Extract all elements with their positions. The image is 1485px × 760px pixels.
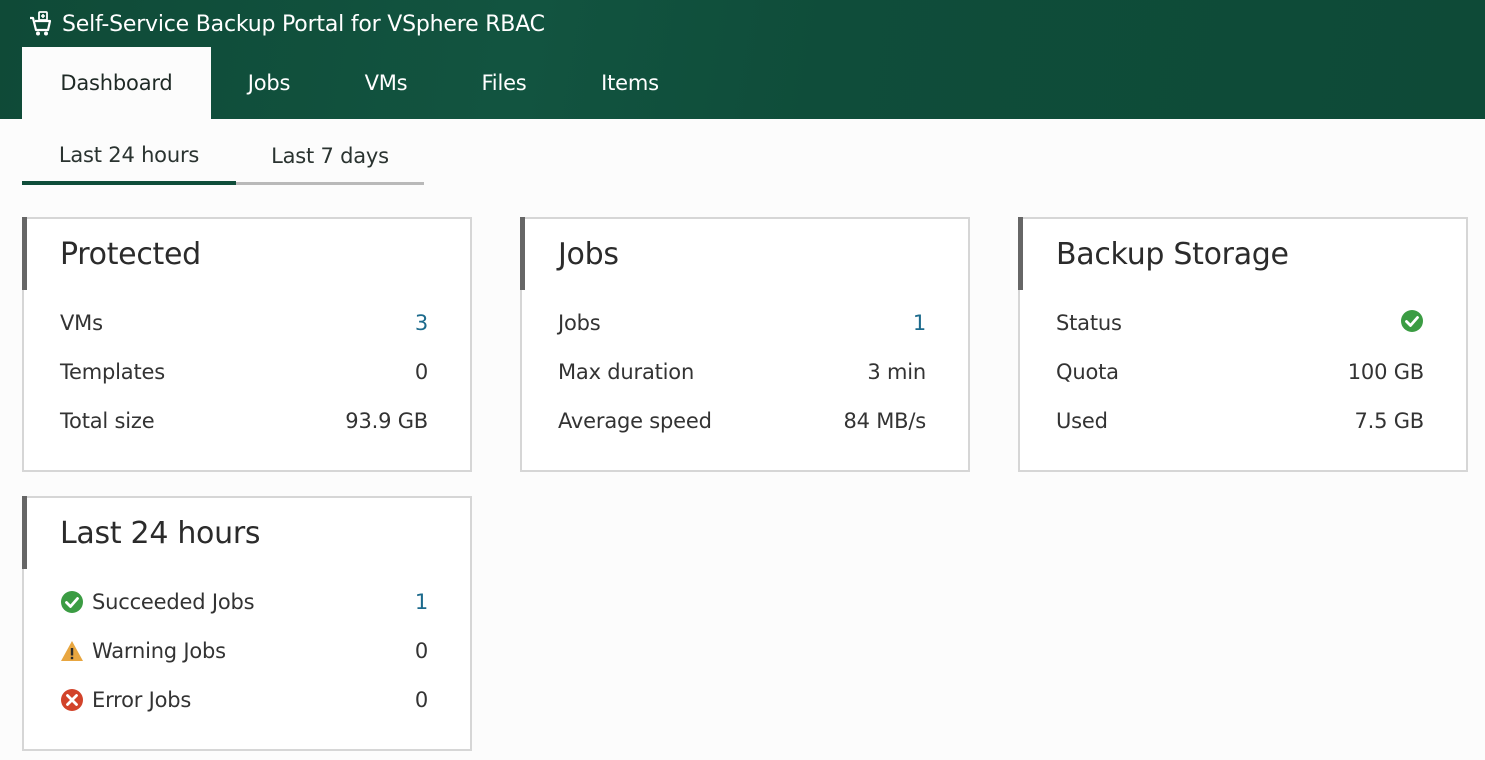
row-value <box>1400 309 1424 338</box>
storage-quota-row: Quota 100 GB <box>1056 357 1424 387</box>
row-label: Warning Jobs <box>60 639 226 663</box>
tab-jobs[interactable]: Jobs <box>211 47 327 119</box>
last-24-hours-card: Last 24 hours Succeeded Jobs 1 Warning J… <box>22 496 472 751</box>
row-value: 7.5 GB <box>1354 409 1424 433</box>
succeeded-jobs-row: Succeeded Jobs 1 <box>60 587 428 617</box>
succeeded-jobs-link[interactable]: 1 <box>415 590 428 614</box>
row-label: Error Jobs <box>60 688 191 712</box>
row-label: Max duration <box>558 360 695 384</box>
card-title: Jobs <box>558 237 619 272</box>
warning-jobs-label: Warning Jobs <box>92 639 226 663</box>
protected-vms-row: VMs 3 <box>60 308 428 338</box>
protected-templates-row: Templates 0 <box>60 357 428 387</box>
warning-jobs-row: Warning Jobs 0 <box>60 636 428 666</box>
row-value: 100 GB <box>1347 360 1424 384</box>
tab-items[interactable]: Items <box>563 47 697 119</box>
app-header: Self-Service Backup Portal for VSphere R… <box>0 0 1485 119</box>
jobs-count-row: Jobs 1 <box>558 308 926 338</box>
tab-last-7-days[interactable]: Last 7 days <box>236 132 424 185</box>
tab-last-24-hours[interactable]: Last 24 hours <box>22 132 236 185</box>
jobs-max-duration-row: Max duration 3 min <box>558 357 926 387</box>
app-title-text: Self-Service Backup Portal for VSphere R… <box>62 11 545 37</box>
row-label: Total size <box>60 409 155 433</box>
protected-card: Protected VMs 3 Templates 0 Total size 9… <box>22 217 472 472</box>
warning-triangle-icon <box>61 641 83 661</box>
row-value: 93.9 GB <box>345 409 428 433</box>
succeeded-jobs-label: Succeeded Jobs <box>92 590 255 614</box>
card-title: Protected <box>60 237 201 272</box>
error-x-icon <box>61 689 83 711</box>
error-jobs-row: Error Jobs 0 <box>60 685 428 715</box>
success-check-icon <box>61 591 83 613</box>
jobs-count-link[interactable]: 1 <box>913 311 926 335</box>
jobs-average-speed-row: Average speed 84 MB/s <box>558 406 926 436</box>
row-value: 3 min <box>867 360 926 384</box>
protected-total-size-row: Total size 93.9 GB <box>60 406 428 436</box>
ok-check-icon <box>1401 309 1423 332</box>
error-jobs-label: Error Jobs <box>92 688 192 712</box>
row-value: 0 <box>414 688 428 712</box>
row-label: Succeeded Jobs <box>60 590 255 614</box>
period-tabs: Last 24 hours Last 7 days <box>22 132 424 185</box>
backup-storage-card: Backup Storage Status Quota 100 GB Used … <box>1018 217 1468 472</box>
tab-vms[interactable]: VMs <box>327 47 445 119</box>
row-value: 84 MB/s <box>843 409 926 433</box>
card-title: Last 24 hours <box>60 516 261 551</box>
row-value: 0 <box>414 639 428 663</box>
cart-icon <box>30 11 52 36</box>
tab-dashboard[interactable]: Dashboard <box>22 47 211 119</box>
jobs-card: Jobs Jobs 1 Max duration 3 min Average s… <box>520 217 970 472</box>
row-label: Average speed <box>558 409 712 433</box>
row-value: 0 <box>414 360 428 384</box>
protected-vms-link[interactable]: 3 <box>415 311 428 335</box>
main-nav: Dashboard Jobs VMs Files Items <box>22 47 697 119</box>
card-title: Backup Storage <box>1056 237 1289 272</box>
row-label: Used <box>1056 409 1108 433</box>
storage-used-row: Used 7.5 GB <box>1056 406 1424 436</box>
row-label: Jobs <box>558 311 601 335</box>
row-label: VMs <box>60 311 103 335</box>
storage-status-row: Status <box>1056 308 1424 338</box>
row-label: Templates <box>60 360 165 384</box>
tab-files[interactable]: Files <box>445 47 563 119</box>
row-label: Quota <box>1056 360 1119 384</box>
row-label: Status <box>1056 311 1122 335</box>
app-title: Self-Service Backup Portal for VSphere R… <box>28 9 545 39</box>
